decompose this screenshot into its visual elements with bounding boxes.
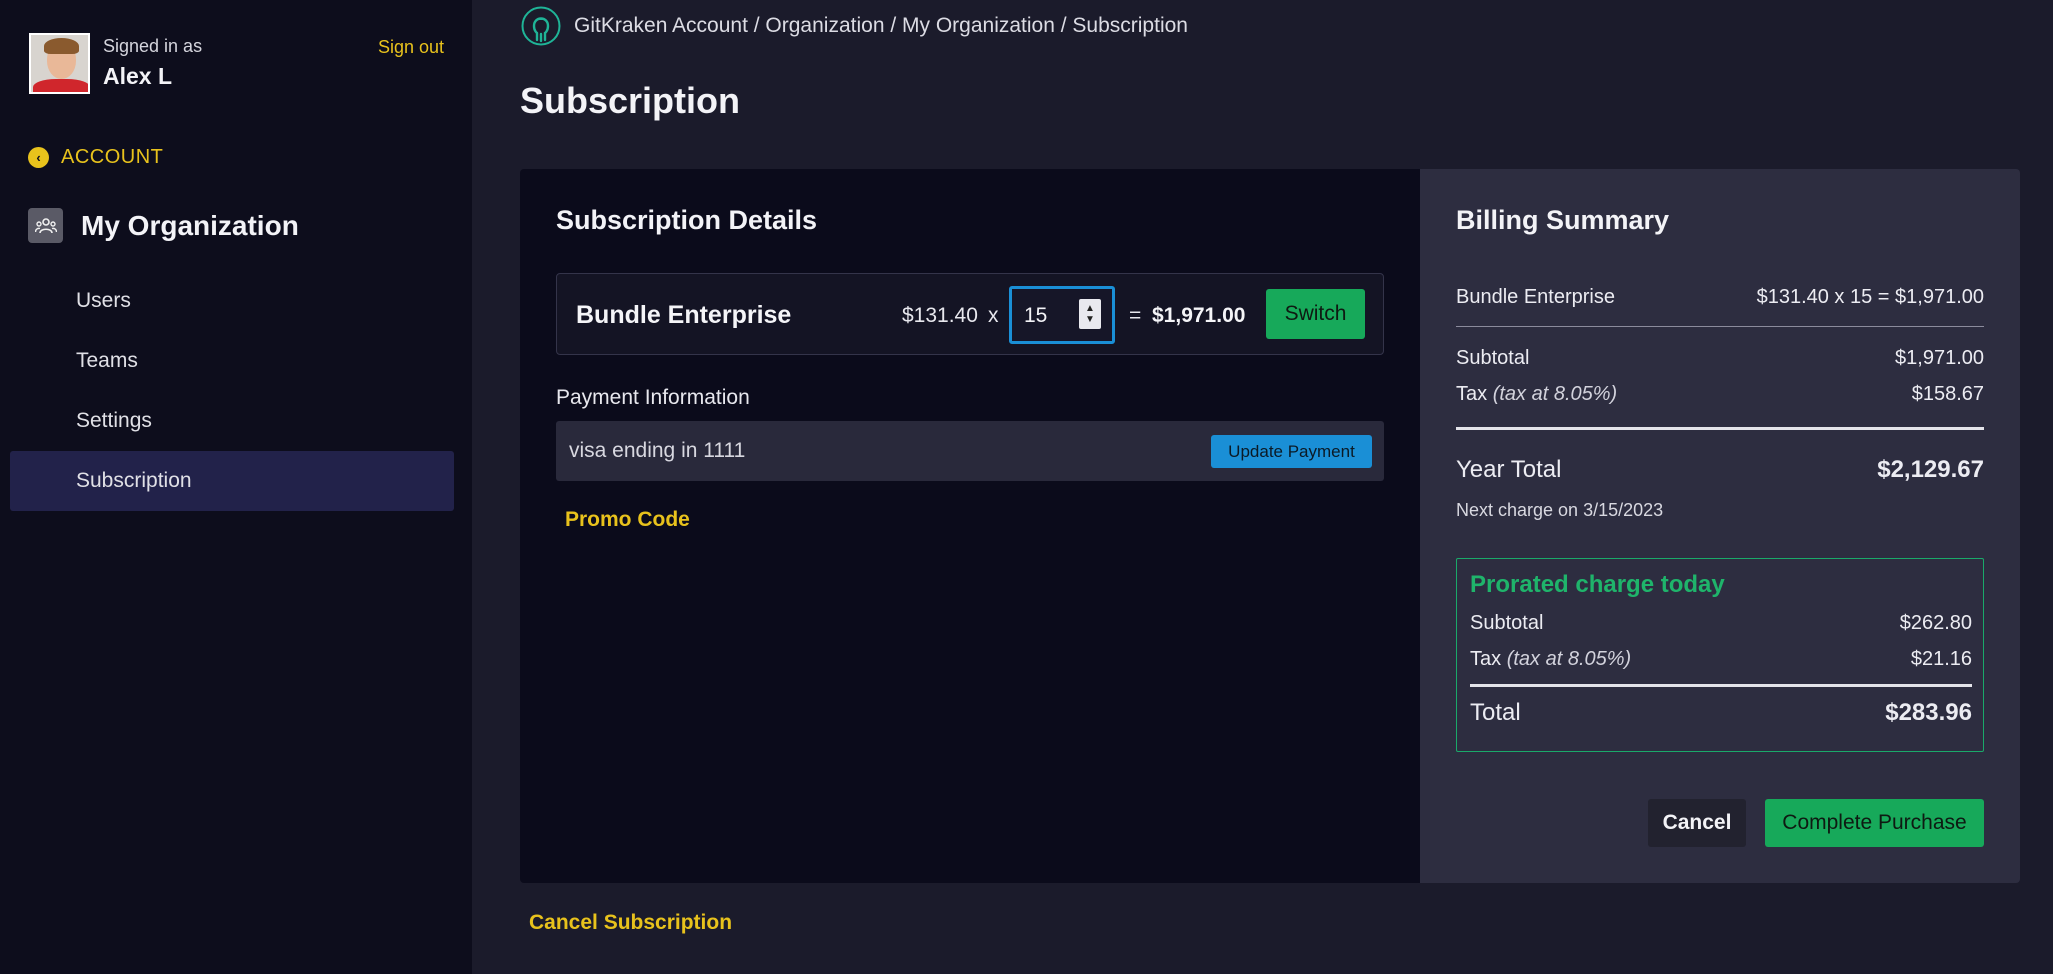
cancel-subscription-link[interactable]: Cancel Subscription [529,911,732,935]
prorated-tax-note: (tax at 8.05%) [1506,648,1632,670]
line-total: $1,971.00 [1152,304,1246,327]
payment-method-text: visa ending in 1111 [569,439,746,462]
next-charge-text: Next charge on 3/15/2023 [1456,500,1664,520]
sidebar-item-label: Settings [76,409,152,432]
chevron-left-circle-icon: ‹ [28,146,49,168]
user-info: Signed in as Alex L Sign out [29,33,444,95]
prorated-total-row: Total $283.96 [1470,699,1972,727]
prorated-tax-label: Tax [1470,648,1502,670]
sidebar-item-label: Teams [76,349,138,372]
billing-product-label: Bundle Enterprise [1456,286,1615,308]
sidebar-item-label: Users [76,289,131,312]
payment-method-row: visa ending in 1111 Update Payment [556,421,1384,481]
year-total-label: Year Total [1456,456,1562,483]
divider [1456,326,1984,327]
org-header: My Organization [28,208,299,243]
prorated-total-value: $283.96 [1885,699,1972,726]
billing-product-line: Bundle Enterprise $131.40 x 15 = $1,971.… [1456,286,1984,309]
org-name: My Organization [81,209,299,241]
product-name: Bundle Enterprise [576,301,792,329]
account-back-link[interactable]: ‹ ACCOUNT [28,145,163,169]
breadcrumb-text: GitKraken Account / Organization / My Or… [574,14,1188,37]
prorated-tax-value: $21.16 [1910,648,1972,670]
billing-subtotal-row: Subtotal $1,971.00 [1456,347,1984,370]
account-back-label: ACCOUNT [61,145,164,168]
prorated-subtotal-row: Subtotal $262.80 [1470,612,1972,635]
breadcrumb: GitKraken Account / Organization / My Or… [520,6,1188,46]
switch-button[interactable]: Switch [1266,289,1365,339]
sidebar-item-settings[interactable]: Settings [10,391,454,451]
prorated-subtotal-value: $262.80 [1899,612,1972,634]
quantity-input[interactable] [1024,303,1074,329]
times-sign: x [988,304,999,327]
quantity-stepper[interactable]: ▲▼ [1009,286,1115,344]
billing-tax-label: Tax [1456,383,1488,405]
equals-sign: = [1129,304,1142,327]
subscription-details-title: Subscription Details [556,205,818,235]
billing-tax-row: Tax (tax at 8.05%) $158.67 [1456,383,1984,406]
subscription-details-panel: Subscription Details Bundle Enterprise $… [520,169,1420,883]
prorated-subtotal-label: Subtotal [1470,612,1544,634]
sidebar-item-label: Subscription [76,469,192,492]
billing-summary-panel: Billing Summary Bundle Enterprise $131.4… [1420,169,2020,883]
product-row: Bundle Enterprise $131.40 x ▲▼ = $1,971.… [556,273,1384,355]
update-payment-button[interactable]: Update Payment [1211,435,1372,468]
billing-product-value: $131.40 x 15 = $1,971.00 [1756,286,1984,308]
unit-price: $131.40 [902,304,978,327]
prorated-charge-box: Prorated charge today Subtotal $262.80 T… [1456,558,1984,752]
sign-out-link[interactable]: Sign out [378,37,444,58]
spinner-arrows-icon[interactable]: ▲ ▼ [1079,299,1101,329]
payment-info-label: Payment Information [556,386,750,409]
prorated-title: Prorated charge today [1470,571,1725,598]
divider [1470,684,1972,687]
page-title: Subscription [520,80,741,121]
sidebar-item-users[interactable]: Users [10,271,454,331]
signed-in-label: Signed in as [103,36,203,56]
billing-subtotal-value: $1,971.00 [1895,347,1984,369]
gitkraken-logo-icon [521,6,561,46]
year-total-value: $2,129.67 [1877,456,1984,483]
cancel-button[interactable]: Cancel [1648,799,1746,847]
prorated-total-label: Total [1470,699,1521,726]
prorated-tax-row: Tax (tax at 8.05%) $21.16 [1470,648,1972,671]
billing-summary-title: Billing Summary [1456,205,1670,235]
divider [1456,427,1984,430]
billing-tax-note: (tax at 8.05%) [1492,383,1618,405]
sidebar-item-subscription[interactable]: Subscription [10,451,454,511]
billing-subtotal-label: Subtotal [1456,347,1530,369]
sidebar: Signed in as Alex L Sign out ‹ ACCOUNT M… [0,0,472,974]
avatar [29,33,90,94]
user-name: Alex L [103,63,173,89]
year-total-row: Year Total $2,129.67 [1456,456,1984,484]
complete-purchase-button[interactable]: Complete Purchase [1765,799,1984,847]
promo-code-link[interactable]: Promo Code [565,508,690,532]
sidebar-item-teams[interactable]: Teams [10,331,454,391]
users-group-icon [28,208,63,243]
billing-tax-value: $158.67 [1911,383,1984,405]
